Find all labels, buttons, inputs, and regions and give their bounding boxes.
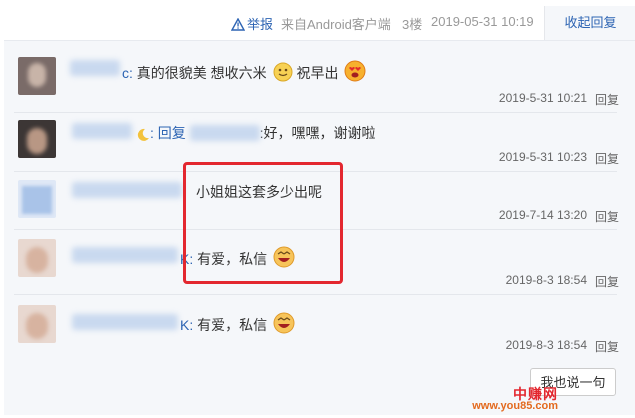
reply-button[interactable]: 回复 xyxy=(595,273,619,290)
username-blur[interactable] xyxy=(72,123,132,139)
reply-time: 2019-5-31 10:21 xyxy=(498,91,587,105)
post-datetime: 2019-05-31 10:19 xyxy=(431,14,534,29)
avatar[interactable] xyxy=(18,120,56,158)
reply-content-2: 祝早出 xyxy=(296,65,339,81)
laugh-emoji xyxy=(273,312,295,334)
reply-time: 2019-8-3 18:54 xyxy=(505,273,587,287)
divider xyxy=(14,294,617,295)
avatar[interactable] xyxy=(18,305,56,343)
reply-text-line: : 回复 :好，嘿嘿，谢谢啦 xyxy=(134,123,376,143)
reply-content: :好，嘿嘿，谢谢啦 xyxy=(259,125,376,141)
collapse-replies-button[interactable]: 收起回复 xyxy=(544,6,635,40)
reply-time: 2019-5-31 10:23 xyxy=(498,150,587,164)
avatar[interactable] xyxy=(18,180,56,218)
smile-emoji xyxy=(273,62,293,82)
reply-lead: c: xyxy=(122,65,133,81)
moon-icon xyxy=(137,128,149,141)
source-text: 来自Android客户端 xyxy=(281,17,391,32)
reply-lead: K: xyxy=(180,317,194,333)
highlight-box xyxy=(183,162,343,284)
reply-button[interactable]: 回复 xyxy=(595,150,619,167)
username-blur[interactable] xyxy=(70,60,120,76)
post-meta-bar: 举报 来自Android客户端 3楼 2019-05-31 10:19 收起回复 xyxy=(0,0,635,40)
username-blur[interactable] xyxy=(72,182,182,198)
username-blur[interactable] xyxy=(72,247,178,263)
reply-lead: : 回复 xyxy=(150,125,186,141)
reply-content: 有爱，私信 xyxy=(197,317,268,333)
report-link[interactable]: 举报 xyxy=(231,14,273,33)
reply-button[interactable]: 回复 xyxy=(595,91,619,108)
reply-text-line: K: 有爱，私信 xyxy=(180,312,295,335)
floor-text: 3楼 xyxy=(402,17,423,32)
reply-time: 2019-7-14 13:20 xyxy=(498,208,587,222)
reply-text-line: c: 真的很貌美 想收六米 祝早出 xyxy=(122,60,366,83)
avatar[interactable] xyxy=(18,239,56,277)
reply-time: 2019-8-3 18:54 xyxy=(505,338,587,352)
mention-blur[interactable] xyxy=(189,125,260,141)
warning-icon xyxy=(231,18,245,31)
report-label: 举报 xyxy=(247,17,274,32)
reply-content: 真的很貌美 想收六米 xyxy=(136,65,267,81)
watermark-url: www.you85.com xyxy=(472,400,558,412)
avatar[interactable] xyxy=(18,57,56,95)
divider xyxy=(14,112,617,113)
username-blur[interactable] xyxy=(72,314,178,330)
reply-button[interactable]: 回复 xyxy=(595,338,619,355)
reply-button[interactable]: 回复 xyxy=(595,208,619,225)
heart-eyes-emoji xyxy=(344,60,366,82)
